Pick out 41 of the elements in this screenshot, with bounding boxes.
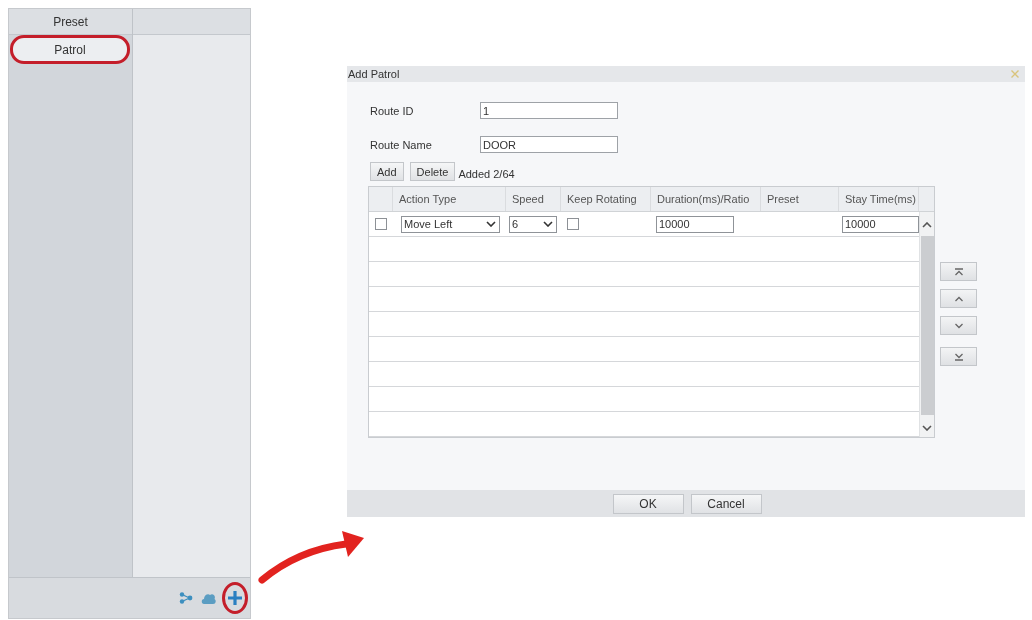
column-header: Stay Time(ms) bbox=[839, 187, 919, 211]
stay-time-field[interactable]: 10000 bbox=[842, 215, 919, 233]
move-to-bottom-button[interactable] bbox=[940, 347, 977, 366]
scrollbar[interactable] bbox=[919, 212, 934, 437]
table-action-button[interactable]: Delete bbox=[409, 162, 456, 181]
chevron-down-icon bbox=[486, 221, 496, 227]
field-label: Route Name bbox=[369, 138, 433, 151]
duration-field[interactable]: 10000 bbox=[656, 215, 734, 233]
text-field[interactable]: 1 bbox=[480, 102, 618, 119]
bar-up-chevron-icon bbox=[953, 267, 964, 276]
added-count: Added 2/64 bbox=[458, 168, 515, 181]
scroll-up-icon[interactable] bbox=[922, 222, 932, 228]
side-tab[interactable]: Preset bbox=[9, 9, 132, 35]
nodes-button[interactable] bbox=[177, 590, 195, 606]
table-action-button[interactable]: Add bbox=[370, 162, 404, 181]
action-type-select[interactable]: Move Left bbox=[401, 215, 500, 233]
row-checkbox[interactable] bbox=[375, 218, 387, 230]
down-chevron-icon bbox=[953, 321, 964, 330]
scrollbar-thumb[interactable] bbox=[920, 236, 934, 415]
plus-icon bbox=[228, 591, 242, 605]
column-header: Action Type bbox=[393, 187, 506, 211]
text-field[interactable]: DOOR bbox=[480, 136, 618, 153]
field-label: Route ID bbox=[369, 104, 415, 117]
column-header: Duration(ms)/Ratio bbox=[651, 187, 761, 211]
column-header: Keep Rotating bbox=[561, 187, 651, 211]
column-header: Speed bbox=[506, 187, 561, 211]
add-button[interactable] bbox=[222, 582, 248, 614]
bar-down-chevron-icon bbox=[953, 352, 964, 361]
column-header: Preset bbox=[761, 187, 839, 211]
nodes-icon bbox=[179, 592, 193, 604]
up-chevron-icon bbox=[953, 294, 964, 303]
cloud-icon bbox=[201, 592, 216, 604]
move-to-top-button[interactable] bbox=[940, 262, 977, 281]
footer-button[interactable]: Cancel bbox=[690, 493, 762, 514]
keep-rotating-checkbox[interactable] bbox=[567, 218, 579, 230]
speed-select[interactable]: 6 bbox=[509, 215, 557, 233]
scroll-down-icon[interactable] bbox=[922, 425, 932, 431]
dialog-title: Add Patrol bbox=[348, 68, 400, 80]
side-tab[interactable]: Patrol bbox=[10, 35, 130, 64]
chevron-down-icon bbox=[543, 221, 553, 227]
footer-button[interactable]: OK bbox=[612, 493, 684, 514]
